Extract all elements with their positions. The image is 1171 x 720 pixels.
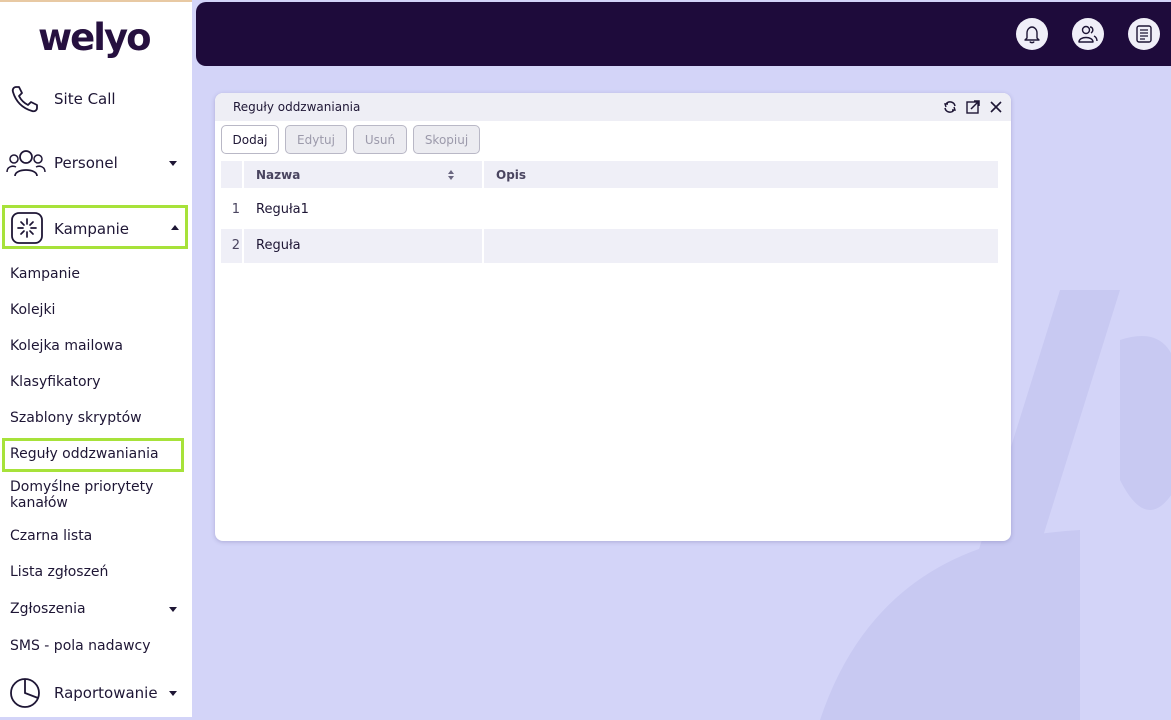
add-button[interactable]: Dodaj	[221, 125, 279, 154]
top-bar	[196, 2, 1171, 66]
sort-icon[interactable]	[447, 169, 455, 181]
row-number-header	[221, 161, 242, 188]
sidebar-item-label: Raportowanie	[54, 684, 158, 702]
pie-chart-icon	[10, 678, 40, 708]
subnav-label: Zgłoszenia	[10, 601, 86, 617]
chevron-up-icon	[171, 225, 179, 230]
sidebar: welyo Site Call Personel Kampanie Kampan…	[0, 0, 192, 717]
chevron-down-icon	[169, 691, 177, 696]
chevron-down-icon	[169, 607, 177, 612]
panel-title: Reguły oddzwaniania	[233, 100, 361, 114]
bell-icon	[1024, 26, 1040, 44]
column-header-label: Nazwa	[256, 168, 301, 182]
table-cell-name[interactable]: Reguła1	[244, 193, 482, 226]
sidebar-item-raportowanie[interactable]: Raportowanie	[0, 676, 192, 710]
subnav-czarna-lista[interactable]: Czarna lista	[10, 528, 92, 544]
users-button[interactable]	[1072, 18, 1104, 50]
column-header-nazwa[interactable]: Nazwa	[244, 161, 482, 188]
delete-button[interactable]: Usuń	[353, 125, 407, 154]
chevron-down-icon	[169, 161, 177, 166]
subnav-domyslne-priorytety[interactable]: Domyślne priorytety kanałów	[10, 479, 175, 511]
edit-button[interactable]: Edytuj	[285, 125, 347, 154]
sidebar-item-label: Site Call	[54, 90, 116, 108]
subnav-sms-pola-nadawcy[interactable]: SMS - pola nadawcy	[10, 638, 151, 654]
notes-button[interactable]	[1128, 18, 1160, 50]
subnav-klasyfikatory[interactable]: Klasyfikatory	[10, 374, 101, 390]
subnav-reguly-oddzwaniania[interactable]: Reguły oddzwaniania	[10, 446, 159, 462]
column-header-label: Opis	[496, 168, 527, 182]
users-icon	[6, 150, 46, 177]
subnav-szablony-skryptow[interactable]: Szablony skryptów	[10, 410, 142, 426]
app-logo[interactable]: welyo	[38, 16, 151, 59]
row-number: 2	[221, 229, 242, 263]
panel-header: Reguły oddzwaniania	[215, 93, 1011, 121]
table-cell-desc[interactable]	[484, 229, 998, 263]
table-cell-name[interactable]: Reguła	[244, 229, 482, 263]
subnav-kolejka-mailowa[interactable]: Kolejka mailowa	[10, 338, 123, 354]
row-number-text: 1	[231, 202, 240, 217]
sidebar-item-label: Personel	[54, 154, 118, 172]
subnav-lista-zgloszen[interactable]: Lista zgłoszeń	[10, 564, 108, 580]
notifications-button[interactable]	[1016, 18, 1048, 50]
sidebar-item-personel[interactable]: Personel	[0, 146, 192, 180]
sidebar-item-label: Kampanie	[54, 220, 129, 238]
row-number: 1	[221, 193, 242, 226]
phone-icon	[11, 86, 38, 113]
column-header-opis[interactable]: Opis	[484, 161, 998, 188]
cell-text: Reguła1	[256, 202, 309, 217]
subnav-zgloszenia[interactable]: Zgłoszenia	[0, 598, 192, 620]
close-icon[interactable]	[988, 99, 1004, 115]
sidebar-item-site-call[interactable]: Site Call	[0, 82, 192, 116]
popout-icon[interactable]	[965, 99, 981, 115]
cell-text: Reguła	[256, 238, 301, 253]
campaign-icon	[11, 212, 43, 244]
subnav-kolejki[interactable]: Kolejki	[10, 302, 55, 318]
sidebar-item-kampanie[interactable]: Kampanie	[2, 205, 188, 249]
notes-icon	[1136, 25, 1152, 43]
subnav-kampanie[interactable]: Kampanie	[10, 266, 80, 282]
table-cell-desc[interactable]	[484, 193, 998, 226]
refresh-icon[interactable]	[942, 99, 958, 115]
row-number-text: 2	[231, 238, 240, 253]
callback-rules-panel: Reguły oddzwaniania Dodaj Edytuj Usuń Sk…	[215, 93, 1011, 541]
user-group-icon	[1078, 25, 1098, 43]
copy-button[interactable]: Skopiuj	[413, 125, 480, 154]
